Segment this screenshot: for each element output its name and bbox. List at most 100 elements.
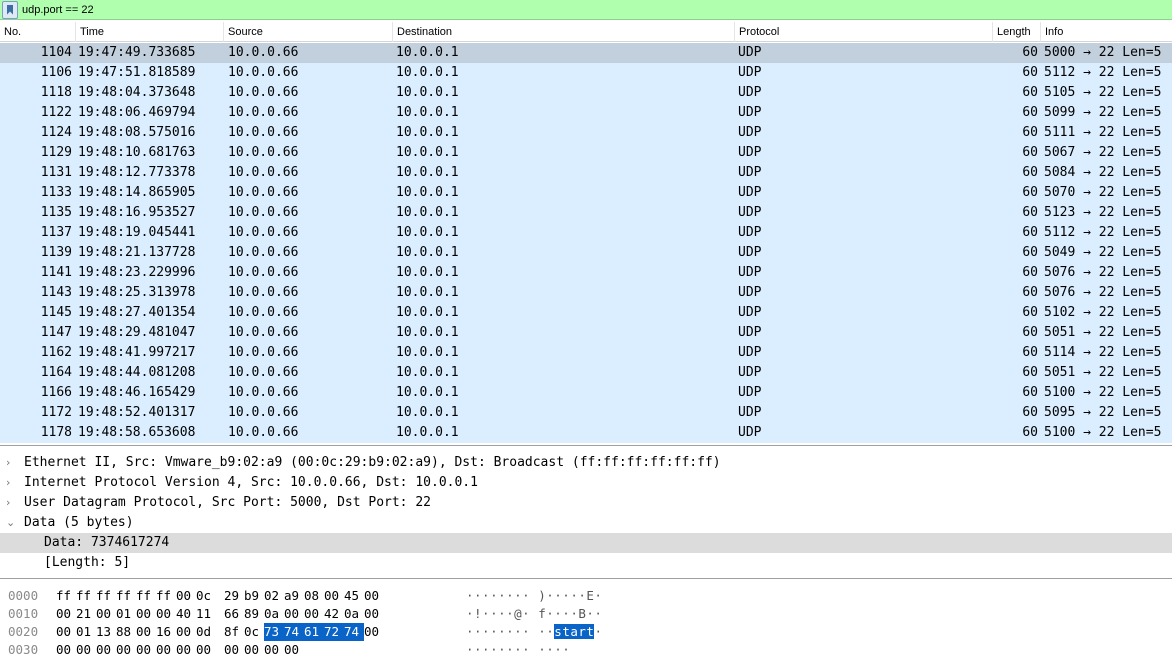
hex-byte[interactable]: 00 (56, 623, 76, 641)
hex-byte[interactable]: b9 (244, 587, 264, 605)
packet-row[interactable]: 1147 19:48:29.481047 10.0.0.66 10.0.0.1 UDP 6… (0, 323, 1172, 343)
hex-byte[interactable]: 00 (176, 587, 196, 605)
hex-byte[interactable]: 29 (224, 587, 244, 605)
hex-byte[interactable]: ff (76, 587, 96, 605)
column-header-time[interactable]: Time (76, 22, 224, 42)
column-header-source[interactable]: Source (224, 22, 393, 42)
detail-tree-item[interactable]: › Internet Protocol Version 4, Src: 10.0.… (0, 473, 1172, 493)
column-header-info[interactable]: Info (1041, 22, 1172, 42)
hex-byte[interactable]: 0c (196, 587, 216, 605)
packet-row[interactable]: 1131 19:48:12.773378 10.0.0.66 10.0.0.1 UDP 6… (0, 163, 1172, 183)
hex-byte[interactable]: 08 (304, 587, 324, 605)
collapsed-arrow-icon[interactable]: › (6, 473, 16, 493)
hex-byte[interactable]: 61 (304, 623, 324, 641)
hex-byte[interactable]: 00 (176, 641, 196, 659)
hex-byte[interactable]: 13 (96, 623, 116, 641)
hex-byte[interactable]: 74 (284, 623, 304, 641)
hex-byte[interactable]: 0a (344, 605, 364, 623)
hex-byte[interactable]: 74 (344, 623, 364, 641)
hex-byte[interactable]: 89 (244, 605, 264, 623)
hex-byte[interactable]: 11 (196, 605, 216, 623)
hex-byte[interactable]: ff (56, 587, 76, 605)
hex-byte[interactable]: 45 (344, 587, 364, 605)
detail-tree-item[interactable]: › Ethernet II, Src: Vmware_b9:02:a9 (00:0… (0, 453, 1172, 473)
hex-byte[interactable]: 0a (264, 605, 284, 623)
hex-byte[interactable]: 73 (264, 623, 284, 641)
packet-row[interactable]: 1135 19:48:16.953527 10.0.0.66 10.0.0.1 UDP 6… (0, 203, 1172, 223)
hex-byte[interactable]: 00 (196, 641, 216, 659)
hex-byte[interactable]: 21 (76, 605, 96, 623)
packet-row[interactable]: 1118 19:48:04.373648 10.0.0.66 10.0.0.1 UDP 6… (0, 83, 1172, 103)
hex-byte[interactable]: 00 (136, 605, 156, 623)
detail-tree-item[interactable]: › User Datagram Protocol, Src Port: 5000,… (0, 493, 1172, 513)
column-header-protocol[interactable]: Protocol (735, 22, 993, 42)
hex-byte[interactable]: 00 (116, 641, 136, 659)
packet-row[interactable]: 1124 19:48:08.575016 10.0.0.66 10.0.0.1 UDP 6… (0, 123, 1172, 143)
detail-tree-item[interactable]: Data: 7374617274 (0, 533, 1172, 553)
hex-byte[interactable]: 0c (244, 623, 264, 641)
packet-row[interactable]: 1133 19:48:14.865905 10.0.0.66 10.0.0.1 UDP 6… (0, 183, 1172, 203)
hex-byte[interactable]: 16 (156, 623, 176, 641)
hex-byte[interactable]: 00 (56, 605, 76, 623)
packet-row[interactable]: 1139 19:48:21.137728 10.0.0.66 10.0.0.1 UDP 6… (0, 243, 1172, 263)
hex-byte[interactable]: 00 (264, 641, 284, 659)
hex-byte[interactable]: 00 (224, 641, 244, 659)
hex-byte[interactable]: 00 (96, 641, 116, 659)
hex-byte[interactable]: 00 (156, 605, 176, 623)
hex-byte[interactable]: 00 (176, 623, 196, 641)
packet-row[interactable]: 1178 19:48:58.653608 10.0.0.66 10.0.0.1 UDP 6… (0, 423, 1172, 443)
packet-row[interactable]: 1166 19:48:46.165429 10.0.0.66 10.0.0.1 UDP 6… (0, 383, 1172, 403)
column-header-length[interactable]: Length (993, 22, 1041, 42)
hex-byte[interactable]: ff (156, 587, 176, 605)
hex-byte[interactable]: 00 (284, 641, 304, 659)
hex-byte[interactable]: 40 (176, 605, 196, 623)
hex-byte[interactable]: 00 (304, 605, 324, 623)
packet-row[interactable]: 1137 19:48:19.045441 10.0.0.66 10.0.0.1 UDP 6… (0, 223, 1172, 243)
hex-byte[interactable]: 00 (364, 605, 384, 623)
packet-row[interactable]: 1172 19:48:52.401317 10.0.0.66 10.0.0.1 UDP 6… (0, 403, 1172, 423)
collapsed-arrow-icon[interactable]: › (6, 453, 16, 473)
packet-row[interactable]: 1129 19:48:10.681763 10.0.0.66 10.0.0.1 UDP 6… (0, 143, 1172, 163)
hex-byte[interactable]: 88 (116, 623, 136, 641)
hex-byte[interactable]: 00 (324, 587, 344, 605)
hex-byte[interactable]: 00 (136, 623, 156, 641)
hex-byte[interactable]: ff (136, 587, 156, 605)
hex-byte[interactable]: 00 (56, 641, 76, 659)
hex-byte[interactable]: 42 (324, 605, 344, 623)
packet-row[interactable]: 1162 19:48:41.997217 10.0.0.66 10.0.0.1 UDP 6… (0, 343, 1172, 363)
hex-byte[interactable]: 8f (224, 623, 244, 641)
packet-row[interactable]: 1122 19:48:06.469794 10.0.0.66 10.0.0.1 UDP 6… (0, 103, 1172, 123)
packet-row[interactable]: 1104 19:47:49.733685 10.0.0.66 10.0.0.1 UDP 6… (0, 43, 1172, 63)
hex-byte[interactable]: 66 (224, 605, 244, 623)
packet-row[interactable]: 1145 19:48:27.401354 10.0.0.66 10.0.0.1 UDP 6… (0, 303, 1172, 323)
hex-byte[interactable]: 00 (96, 605, 116, 623)
hex-byte[interactable]: 00 (244, 641, 264, 659)
hex-byte[interactable]: 01 (76, 623, 96, 641)
packet-details-pane[interactable]: › Ethernet II, Src: Vmware_b9:02:a9 (00:0… (0, 453, 1172, 579)
filter-bookmark-button[interactable] (2, 0, 18, 19)
hex-byte[interactable]: 00 (76, 641, 96, 659)
hex-byte[interactable]: 01 (116, 605, 136, 623)
packet-row[interactable]: 1143 19:48:25.313978 10.0.0.66 10.0.0.1 UDP 6… (0, 283, 1172, 303)
detail-tree-item[interactable]: ⌄ Data (5 bytes) (0, 513, 1172, 533)
hex-byte[interactable]: ff (96, 587, 116, 605)
hex-byte[interactable]: 72 (324, 623, 344, 641)
hex-byte[interactable]: 00 (364, 623, 384, 641)
display-filter-input[interactable] (22, 0, 1122, 19)
hex-byte[interactable]: a9 (284, 587, 304, 605)
hex-byte[interactable]: 00 (156, 641, 176, 659)
expanded-arrow-icon[interactable]: ⌄ (6, 513, 16, 533)
column-header-no[interactable]: No. (0, 22, 76, 42)
hex-byte[interactable]: 00 (364, 587, 384, 605)
hex-byte[interactable]: 00 (136, 641, 156, 659)
collapsed-arrow-icon[interactable]: › (6, 493, 16, 513)
hex-byte[interactable]: 0d (196, 623, 216, 641)
packet-list[interactable]: No. Time Source Destination Protocol Len… (0, 22, 1172, 446)
packet-row[interactable]: 1106 19:47:51.818589 10.0.0.66 10.0.0.1 UDP 6… (0, 63, 1172, 83)
packet-bytes-pane[interactable]: 0000 ff ff ff ff ff ff 00 0c 29 b9 02 a9 08 00 45 00 ····… (0, 587, 1172, 661)
hex-byte[interactable]: 02 (264, 587, 284, 605)
detail-tree-item[interactable]: [Length: 5] (0, 553, 1172, 573)
hex-byte[interactable]: 00 (284, 605, 304, 623)
column-header-destination[interactable]: Destination (393, 22, 735, 42)
packet-row[interactable]: 1141 19:48:23.229996 10.0.0.66 10.0.0.1 UDP 6… (0, 263, 1172, 283)
